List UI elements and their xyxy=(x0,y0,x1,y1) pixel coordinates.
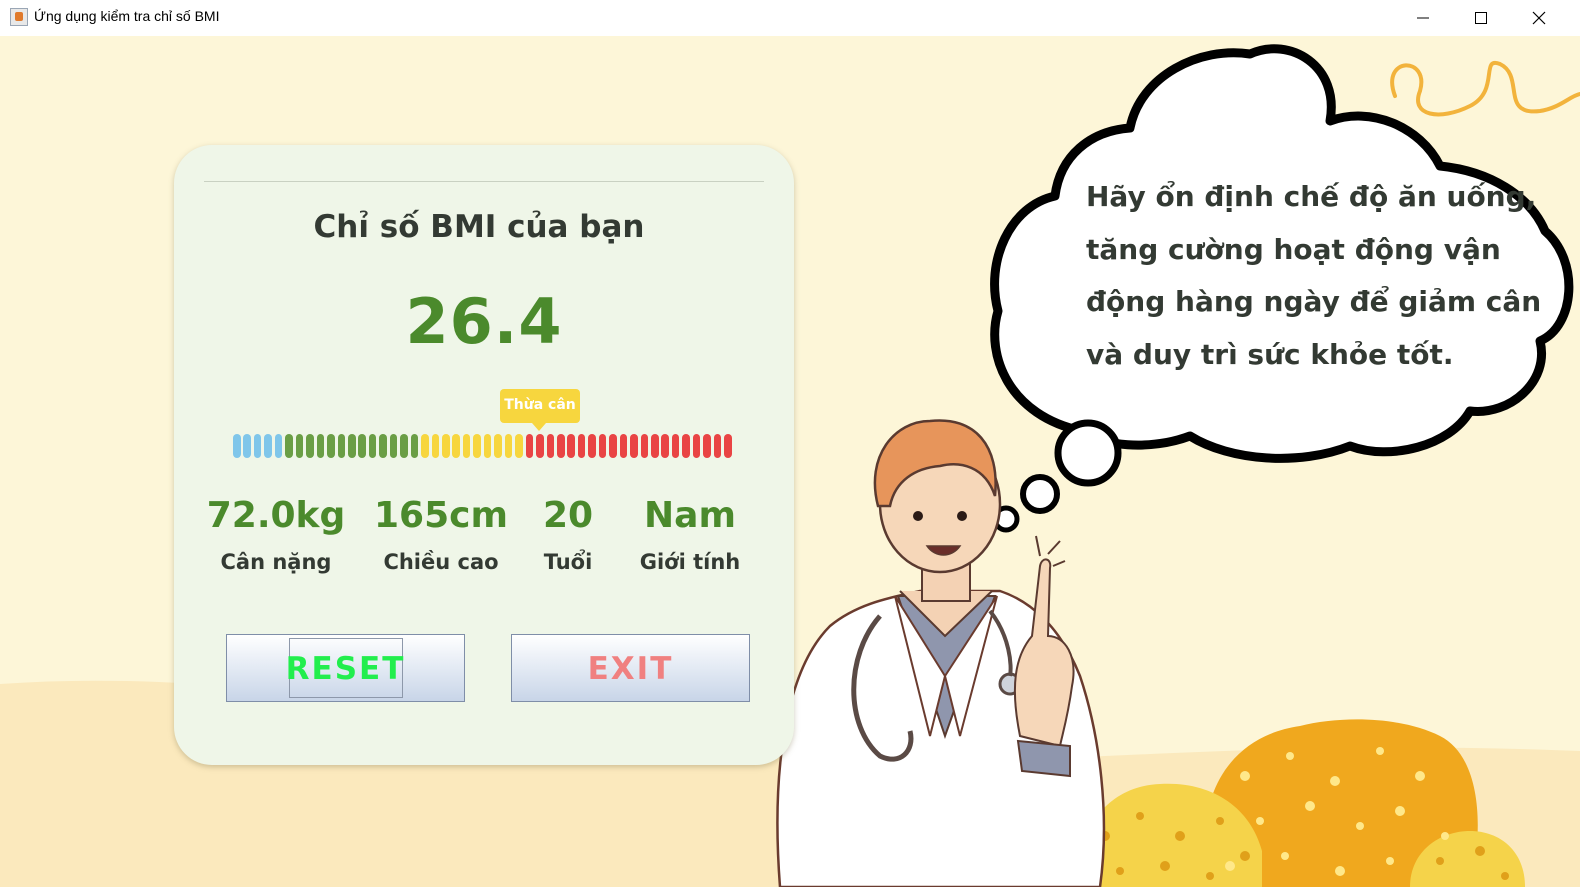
bmi-scale-segment-overweight xyxy=(504,434,513,458)
bmi-scale-segment-overweight xyxy=(452,434,461,458)
stat-gender: Nam Giới tính xyxy=(630,495,750,574)
bmi-scale-segment-overweight xyxy=(494,434,502,458)
bmi-scale-segment-obese xyxy=(713,434,722,458)
advice-text: Hãy ổn định chế độ ăn uống, tăng cường h… xyxy=(1086,180,1542,371)
window-title: Ứng dụng kiểm tra chỉ số BMI xyxy=(34,8,220,24)
bmi-scale-segment-obese xyxy=(651,434,659,458)
bmi-scale-segment-overweight xyxy=(442,434,450,458)
bmi-scale-segment-obese xyxy=(671,434,680,458)
bmi-scale-segment-underweight xyxy=(243,434,252,458)
maximize-icon xyxy=(1475,12,1487,24)
bmi-scale-segment-obese xyxy=(724,434,732,458)
bmi-scale-segment-obese xyxy=(682,434,690,458)
bmi-scale-segment-normal xyxy=(306,434,314,458)
bmi-scale-segment-normal xyxy=(410,434,419,458)
reset-button[interactable]: RESET xyxy=(226,634,465,702)
bmi-scale-segment-normal xyxy=(389,434,398,458)
bmi-scale-segment-normal xyxy=(316,434,325,458)
exit-button[interactable]: EXIT xyxy=(511,634,750,702)
bmi-scale-segment-overweight xyxy=(483,434,492,458)
stat-weight: 72.0kg Cân nặng xyxy=(200,495,352,574)
bmi-scale-segment-obese xyxy=(525,434,534,458)
maximize-button[interactable] xyxy=(1452,0,1510,36)
bmi-scale-segment-obese xyxy=(692,434,701,458)
bmi-scale-segment-normal xyxy=(358,434,366,458)
bmi-scale-segment-normal xyxy=(285,434,293,458)
gender-value: Nam xyxy=(644,495,736,536)
window-titlebar: Ứng dụng kiểm tra chỉ số BMI xyxy=(0,0,1580,36)
bmi-scale-segment-normal xyxy=(347,434,356,458)
minimize-icon xyxy=(1417,17,1429,19)
bmi-scale-segment-overweight xyxy=(473,434,481,458)
bmi-scale-segment-overweight xyxy=(515,434,523,458)
thought-bubble-dot-large xyxy=(1054,419,1122,487)
bmi-scale-segment-obese xyxy=(640,434,649,458)
bmi-scale-segment-obese xyxy=(703,434,711,458)
bmi-scale-segment-obese xyxy=(609,434,617,458)
bmi-scale-segment-normal xyxy=(337,434,346,458)
java-app-icon xyxy=(10,8,28,26)
bmi-scale-segment-obese xyxy=(619,434,628,458)
squiggle-decoration xyxy=(1390,60,1580,117)
bmi-scale-segment-normal xyxy=(400,434,408,458)
close-icon xyxy=(1532,11,1546,25)
bmi-category-label: Thừa cân xyxy=(504,397,576,413)
age-value: 20 xyxy=(542,495,594,536)
bmi-scale-segment-normal xyxy=(379,434,387,458)
thought-bubble-dot-medium xyxy=(1020,474,1060,514)
card-divider xyxy=(204,181,764,182)
bmi-scale-segment-underweight xyxy=(253,434,262,458)
bmi-scale-segment-normal xyxy=(368,434,377,458)
bmi-scale-segment-overweight xyxy=(421,434,429,458)
gender-label: Giới tính xyxy=(639,550,741,574)
minimize-button[interactable] xyxy=(1394,0,1452,36)
bmi-scale-segment-obese xyxy=(598,434,607,458)
bmi-scale-segment-underweight xyxy=(274,434,283,458)
bmi-scale-segment-obese xyxy=(556,434,565,458)
bmi-scale-segment-obese xyxy=(630,434,638,458)
bmi-scale-segment-normal xyxy=(327,434,335,458)
bmi-category-tooltip: Thừa cân xyxy=(500,389,580,431)
height-label: Chiều cao xyxy=(383,550,499,574)
bmi-result-card: Chỉ số BMI của bạn 26.4 Thừa cân 72.0kg … xyxy=(174,145,794,765)
bmi-scale-segment-overweight xyxy=(431,434,440,458)
bmi-scale-segment-obese xyxy=(567,434,575,458)
exit-button-label: EXIT xyxy=(587,651,674,687)
bmi-scale-segment-obese xyxy=(661,434,670,458)
app-content: Chỉ số BMI của bạn 26.4 Thừa cân 72.0kg … xyxy=(0,36,1580,887)
bmi-scale-segment-overweight xyxy=(462,434,471,458)
bmi-scale-segment-underweight xyxy=(264,434,272,458)
close-button[interactable] xyxy=(1510,0,1568,36)
stat-height: 165cm Chiều cao xyxy=(370,495,512,574)
bmi-scale-segment-obese xyxy=(546,434,555,458)
age-label: Tuổi xyxy=(543,550,593,574)
result-title: Chỉ số BMI của bạn xyxy=(313,209,645,245)
stat-age: 20 Tuổi xyxy=(528,495,608,574)
weight-value: 72.0kg xyxy=(206,495,346,536)
bmi-value: 26.4 xyxy=(405,285,563,358)
bmi-scale-segment-obese xyxy=(588,434,596,458)
bmi-scale-segment-obese xyxy=(536,434,544,458)
bmi-scale-segment-obese xyxy=(577,434,586,458)
weight-label: Cân nặng xyxy=(220,550,332,574)
bmi-scale-segment-normal xyxy=(295,434,304,458)
reset-button-label: RESET xyxy=(285,651,406,687)
bmi-scale-segment-underweight xyxy=(233,434,241,458)
height-value: 165cm xyxy=(374,495,508,536)
